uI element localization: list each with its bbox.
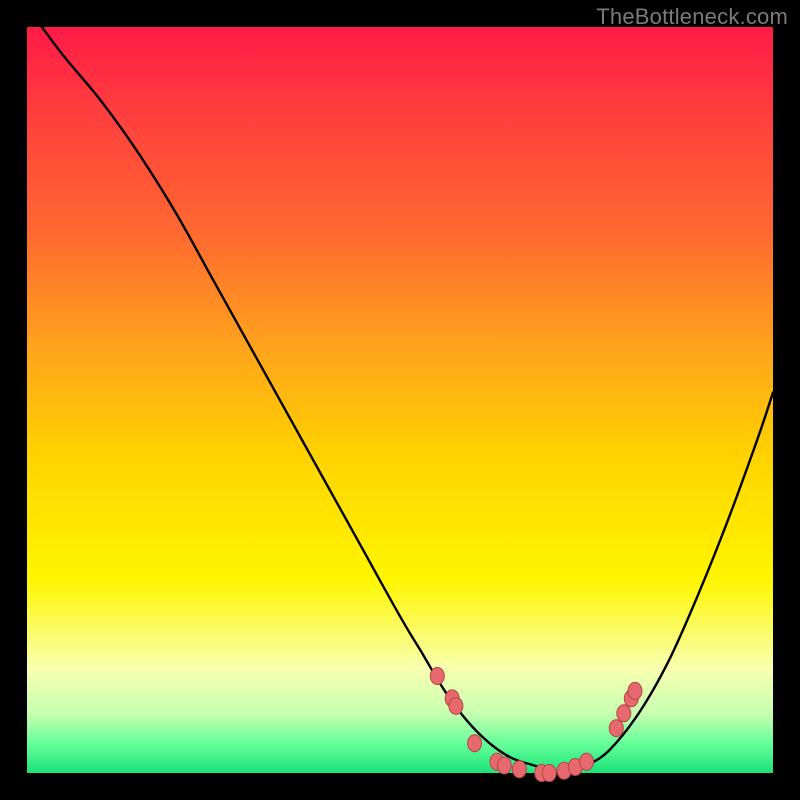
curve-svg (27, 27, 773, 773)
curve-marker (628, 682, 642, 699)
curve-marker (580, 753, 594, 770)
curve-marker (512, 761, 526, 778)
curve-marker (430, 668, 444, 685)
curve-marker (468, 735, 482, 752)
watermark-text: TheBottleneck.com (596, 4, 788, 30)
curve-markers (430, 668, 642, 782)
curve-marker (617, 705, 631, 722)
curve-marker (449, 697, 463, 714)
chart-frame: TheBottleneck.com (0, 0, 800, 800)
curve-marker (542, 765, 556, 782)
curve-marker (497, 757, 511, 774)
curve-marker (609, 720, 623, 737)
bottleneck-curve (42, 27, 773, 774)
